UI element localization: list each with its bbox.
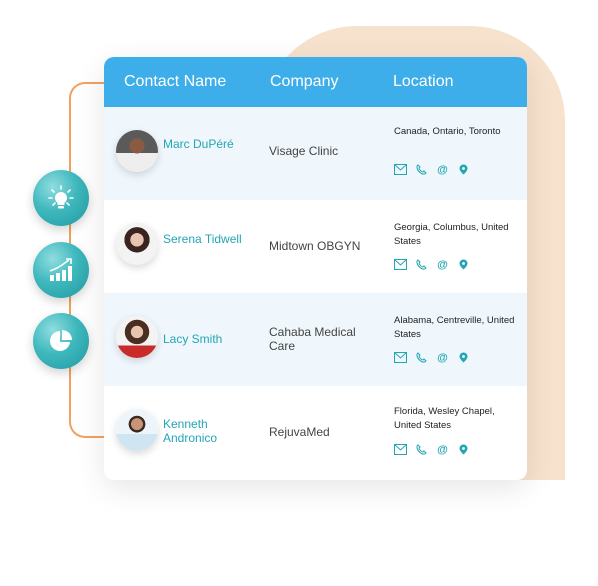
company-name: Visage Clinic [269,144,339,158]
envelope-icon[interactable] [394,444,407,455]
lightbulb-icon [48,185,74,209]
contact-name[interactable]: Serena Tidwell [163,232,243,246]
company-name: RejuvaMed [269,425,330,439]
avatar [116,409,158,451]
table-row[interactable]: Serena Tidwell Midtown OBGYN Georgia, Co… [104,200,527,293]
avatar [116,316,158,358]
avatar [116,223,158,265]
column-header-location[interactable]: Location [393,73,454,91]
location-text: Georgia, Columbus, United States [394,222,509,247]
contact-actions: @ [394,259,470,271]
column-header-contact-name[interactable]: Contact Name [124,73,226,91]
at-sign-icon[interactable]: @ [436,164,449,176]
pie-chart-icon [50,330,72,351]
contact-name[interactable]: Lacy Smith [163,332,263,346]
contact-name[interactable]: Kenneth Andronico [163,417,243,445]
envelope-icon[interactable] [394,259,407,270]
column-header-company[interactable]: Company [270,73,338,91]
avatar [116,130,158,172]
pie-chart-feature-button [33,313,89,369]
map-pin-icon[interactable] [457,444,470,455]
contacts-table: Contact Name Company Location Marc DuPér… [104,57,527,480]
phone-icon[interactable] [415,164,428,175]
table-row[interactable]: Lacy Smith Cahaba Medical Care Alabama, … [104,293,527,386]
envelope-icon[interactable] [394,164,407,175]
lightbulb-feature-button [33,170,89,226]
at-sign-icon[interactable]: @ [436,444,449,456]
table-row[interactable]: Kenneth Andronico RejuvaMed Florida, Wes… [104,386,527,479]
map-pin-icon[interactable] [457,352,470,363]
contact-actions: @ [394,444,470,456]
phone-icon[interactable] [415,352,428,363]
envelope-icon[interactable] [394,352,407,363]
location-text: Florida, Wesley Chapel, United States [394,406,495,431]
growth-feature-button [33,242,89,298]
table-row[interactable]: Marc DuPéré Visage Clinic Canada, Ontari… [104,107,527,200]
table-header: Contact Name Company Location [104,57,527,107]
phone-icon[interactable] [415,259,428,270]
location-text: Alabama, Centreville, United States [394,315,515,340]
contact-actions: @ [394,352,470,364]
company-name: Midtown OBGYN [269,239,361,253]
growth-chart-icon [49,258,72,281]
contact-actions: @ [394,164,470,176]
company-name: Cahaba Medical Care [269,325,356,353]
map-pin-icon[interactable] [457,259,470,270]
at-sign-icon[interactable]: @ [436,352,449,364]
map-pin-icon[interactable] [457,164,470,175]
phone-icon[interactable] [415,444,428,455]
contact-name[interactable]: Marc DuPéré [163,137,243,151]
at-sign-icon[interactable]: @ [436,259,449,271]
location-text: Canada, Ontario, Toronto [394,126,501,137]
